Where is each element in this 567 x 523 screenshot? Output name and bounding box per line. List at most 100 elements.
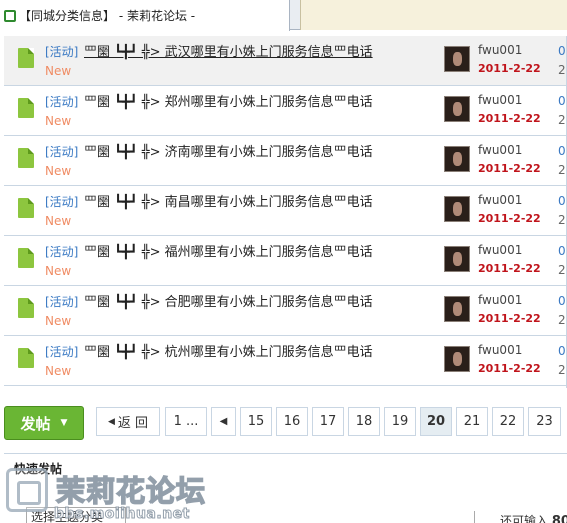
- thread-author[interactable]: fwu001: [478, 43, 522, 57]
- thread-title[interactable]: 罒圞 ┗╋┛ ╬> 济南哪里有小姝上门服务信息罒电话: [84, 141, 373, 160]
- thread-tag[interactable]: [活动]: [45, 343, 78, 360]
- thread-tag[interactable]: [活动]: [45, 243, 78, 260]
- thread-title[interactable]: 罒圞 ┗╋┛ ╬> 杭州哪里有小姝上门服务信息罒电话: [84, 341, 373, 360]
- remaining-label: 还可输入: [500, 514, 549, 523]
- browser-tab-inactive[interactable]: [300, 0, 567, 30]
- reply-count[interactable]: 0: [558, 194, 566, 208]
- page-18[interactable]: 18: [348, 407, 380, 436]
- caret-down-icon: ▼: [60, 418, 68, 428]
- thread-row[interactable]: [活动] 罒圞 ┗╋┛ ╬> 福州哪里有小姝上门服务信息罒电话 New fwu0…: [4, 236, 567, 286]
- thread-row[interactable]: [活动] 罒圞 ┗╋┛ ╬> 合肥哪里有小姝上门服务信息罒电话 New fwu0…: [4, 286, 567, 336]
- thread-date: 2011-2-22: [478, 112, 541, 125]
- thread-list: [活动] 罒圞 ┗╋┛ ╬> 武汉哪里有小姝上门服务信息罒电话 New fwu0…: [4, 36, 567, 386]
- document-icon: [18, 48, 34, 68]
- thread-title[interactable]: 罒圞 ┗╋┛ ╬> 武汉哪里有小姝上门服务信息罒电话: [84, 41, 373, 60]
- user-avatar[interactable]: [444, 246, 470, 272]
- new-badge: New: [45, 164, 72, 178]
- user-avatar[interactable]: [444, 146, 470, 172]
- thread-row[interactable]: [活动] 罒圞 ┗╋┛ ╬> 杭州哪里有小姝上门服务信息罒电话 New fwu0…: [4, 336, 567, 386]
- document-icon: [18, 248, 34, 268]
- favicon-icon: [4, 9, 16, 22]
- thread-author[interactable]: fwu001: [478, 243, 522, 257]
- page-19[interactable]: 19: [384, 407, 416, 436]
- tab-title: 【同城分类信息】 - 茉莉花论坛 -: [19, 9, 196, 23]
- watermark-name: 茉莉花论坛: [55, 473, 207, 509]
- view-count: 2: [558, 163, 566, 177]
- page-16[interactable]: 16: [276, 407, 308, 436]
- reply-count[interactable]: 0: [558, 144, 566, 158]
- page-first[interactable]: 1 ...: [165, 407, 207, 436]
- document-icon: [18, 148, 34, 168]
- thread-date: 2011-2-22: [478, 262, 541, 275]
- view-count: 2: [558, 63, 566, 77]
- document-icon: [18, 198, 34, 218]
- thread-tag[interactable]: [活动]: [45, 293, 78, 310]
- view-count: 2: [558, 363, 566, 377]
- subject-input[interactable]: [474, 511, 494, 523]
- thread-author[interactable]: fwu001: [478, 293, 522, 307]
- browser-tab-active[interactable]: 【同城分类信息】 - 茉莉花论坛 -: [0, 0, 290, 31]
- new-post-button[interactable]: 发帖 ▼: [4, 406, 84, 440]
- new-badge: New: [45, 264, 72, 278]
- reply-count[interactable]: 0: [558, 294, 566, 308]
- thread-title[interactable]: 罒圞 ┗╋┛ ╬> 南昌哪里有小姝上门服务信息罒电话: [84, 191, 373, 210]
- thread-date: 2011-2-22: [478, 312, 541, 325]
- watermark-url: bbs.moiihua.net: [54, 506, 190, 523]
- reply-count[interactable]: 0: [558, 44, 566, 58]
- user-avatar[interactable]: [444, 346, 470, 372]
- thread-date: 2011-2-22: [478, 162, 541, 175]
- browser-tab-bar: 【同城分类信息】 - 茉莉花论坛 -: [0, 0, 567, 31]
- thread-row[interactable]: [活动] 罒圞 ┗╋┛ ╬> 郑州哪里有小姝上门服务信息罒电话 New fwu0…: [4, 86, 567, 136]
- new-badge: New: [45, 114, 72, 128]
- document-icon: [18, 98, 34, 118]
- prev-page-icon[interactable]: ◀: [211, 407, 236, 436]
- thread-date: 2011-2-22: [478, 212, 541, 225]
- page-15[interactable]: 15: [240, 407, 272, 436]
- reply-count[interactable]: 0: [558, 344, 566, 358]
- back-button[interactable]: ◀ 返 回: [96, 407, 160, 436]
- user-avatar[interactable]: [444, 296, 470, 322]
- user-avatar[interactable]: [444, 46, 470, 72]
- view-count: 2: [558, 113, 566, 127]
- page-17[interactable]: 17: [312, 407, 344, 436]
- document-icon: [18, 298, 34, 318]
- thread-author[interactable]: fwu001: [478, 343, 522, 357]
- view-count: 2: [558, 213, 566, 227]
- document-icon: [18, 348, 34, 368]
- thread-tag[interactable]: [活动]: [45, 93, 78, 110]
- thread-title[interactable]: 罒圞 ┗╋┛ ╬> 郑州哪里有小姝上门服务信息罒电话: [84, 91, 373, 110]
- thread-tag[interactable]: [活动]: [45, 143, 78, 160]
- user-avatar[interactable]: [444, 196, 470, 222]
- thread-title[interactable]: 罒圞 ┗╋┛ ╬> 福州哪里有小姝上门服务信息罒电话: [84, 241, 373, 260]
- new-post-label: 发帖: [20, 414, 51, 433]
- thread-author[interactable]: fwu001: [478, 143, 522, 157]
- remaining-chars: 还可输入 80: [500, 512, 567, 523]
- new-badge: New: [45, 364, 72, 378]
- thread-date: 2011-2-22: [478, 62, 541, 75]
- thread-date: 2011-2-22: [478, 362, 541, 375]
- page-current: 20: [420, 407, 452, 436]
- thread-tag[interactable]: [活动]: [45, 193, 78, 210]
- new-badge: New: [45, 64, 72, 78]
- watermark-logo: [6, 468, 48, 512]
- thread-title[interactable]: 罒圞 ┗╋┛ ╬> 合肥哪里有小姝上门服务信息罒电话: [84, 291, 373, 310]
- thread-author[interactable]: fwu001: [478, 193, 522, 207]
- view-count: 2: [558, 313, 566, 327]
- triangle-left-icon: ◀: [107, 416, 115, 427]
- new-badge: New: [45, 214, 72, 228]
- thread-row[interactable]: [活动] 罒圞 ┗╋┛ ╬> 济南哪里有小姝上门服务信息罒电话 New fwu0…: [4, 136, 567, 186]
- new-badge: New: [45, 314, 72, 328]
- remaining-value: 80: [551, 514, 567, 523]
- back-label: 返 回: [117, 416, 149, 431]
- thread-row[interactable]: [活动] 罒圞 ┗╋┛ ╬> 武汉哪里有小姝上门服务信息罒电话 New fwu0…: [4, 36, 567, 86]
- thread-row[interactable]: [活动] 罒圞 ┗╋┛ ╬> 南昌哪里有小姝上门服务信息罒电话 New fwu0…: [4, 186, 567, 236]
- thread-author[interactable]: fwu001: [478, 93, 522, 107]
- page-22[interactable]: 22: [492, 407, 524, 436]
- user-avatar[interactable]: [444, 96, 470, 122]
- reply-count[interactable]: 0: [558, 94, 566, 108]
- page-23[interactable]: 23: [528, 407, 561, 436]
- thread-tag[interactable]: [活动]: [45, 43, 78, 60]
- page-21[interactable]: 21: [456, 407, 488, 436]
- reply-count[interactable]: 0: [558, 244, 566, 258]
- site-watermark: 茉莉花论坛 bbs.moiihua.net: [6, 468, 206, 523]
